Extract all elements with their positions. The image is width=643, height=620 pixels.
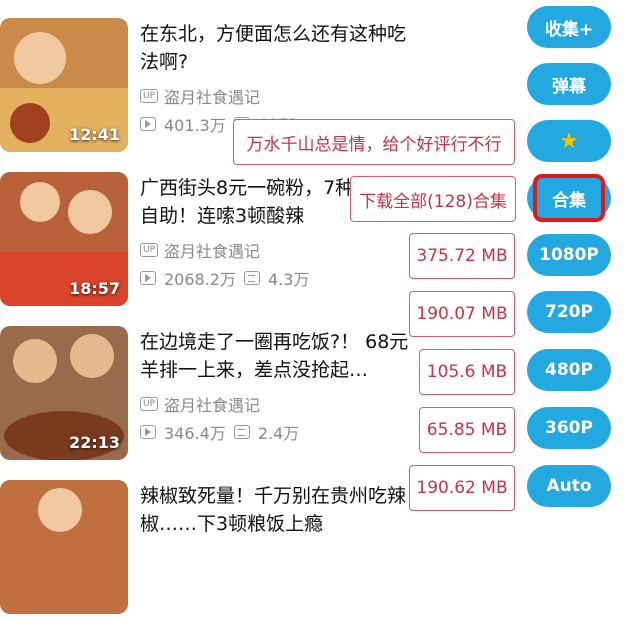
video-stats: 346.4万 2.4万 (140, 420, 299, 444)
uploader[interactable]: UP 盗月社食遇记 (140, 238, 260, 262)
quality-1080p-button[interactable]: 1080P (527, 234, 611, 276)
video-stats: 2068.2万 4.3万 (140, 266, 309, 290)
size-auto-label: 190.62 MB (409, 465, 515, 511)
up-badge-icon: UP (140, 397, 159, 411)
danmaku-count: 4.3万 (268, 270, 310, 289)
star-icon[interactable]: ★ (527, 120, 611, 162)
video-duration: 18:57 (69, 279, 120, 298)
size-720p-label: 190.07 MB (409, 291, 515, 337)
quality-720p-button[interactable]: 720P (527, 291, 611, 333)
size-1080p-label: 375.72 MB (409, 233, 515, 279)
play-count-icon (140, 117, 156, 131)
video-duration: 22:13 (69, 433, 120, 452)
view-count: 401.3万 (164, 116, 226, 135)
danmaku-count-icon (244, 271, 260, 285)
video-title[interactable]: 在边境走了一圈再吃饭?！ 68元羊排一上来，差点没抢起… (140, 328, 410, 384)
quality-480p-button[interactable]: 480P (527, 349, 611, 391)
view-count: 2068.2万 (164, 270, 236, 289)
video-duration: 12:41 (69, 125, 120, 144)
video-title[interactable]: 在东北，方便面怎么还有这种吃法啊? (140, 20, 410, 76)
danmaku-count: 2.4万 (257, 424, 300, 443)
up-badge-icon: UP (140, 89, 159, 103)
uploader[interactable]: UP 盗月社食遇记 (140, 392, 260, 416)
play-count-icon (140, 271, 156, 285)
uploader-name: 盗月社食遇记 (164, 242, 261, 261)
uploader[interactable]: UP 盗月社食遇记 (140, 84, 260, 108)
review-tooltip: 万水千山总是情，给个好评行不行 (233, 119, 515, 165)
size-360p-label: 65.85 MB (419, 407, 515, 453)
collection-button[interactable]: 合集 (533, 174, 605, 222)
video-thumbnail[interactable]: 12:41 (0, 18, 128, 152)
danmaku-count-icon (233, 425, 250, 439)
up-badge-icon: UP (140, 243, 159, 257)
quality-360p-button[interactable]: 360P (527, 407, 611, 449)
size-480p-label: 105.6 MB (419, 349, 515, 395)
favorite-button[interactable]: 收集+ (527, 6, 611, 48)
danmaku-button[interactable]: 弹幕 (527, 63, 611, 105)
video-title[interactable]: 辣椒致死量！千万别在贵州吃辣椒……下3顿粮饭上瘾 (140, 482, 410, 538)
video-thumbnail[interactable] (0, 480, 128, 614)
download-all-tooltip: 下载全部(128)合集 (350, 176, 516, 222)
video-thumbnail[interactable]: 22:13 (0, 326, 128, 460)
view-count: 346.4万 (164, 424, 226, 443)
quality-auto-button[interactable]: Auto (527, 465, 611, 507)
uploader-name: 盗月社食遇记 (164, 88, 261, 107)
uploader-name: 盗月社食遇记 (164, 396, 261, 415)
video-thumbnail[interactable]: 18:57 (0, 172, 128, 306)
play-count-icon (140, 425, 156, 439)
